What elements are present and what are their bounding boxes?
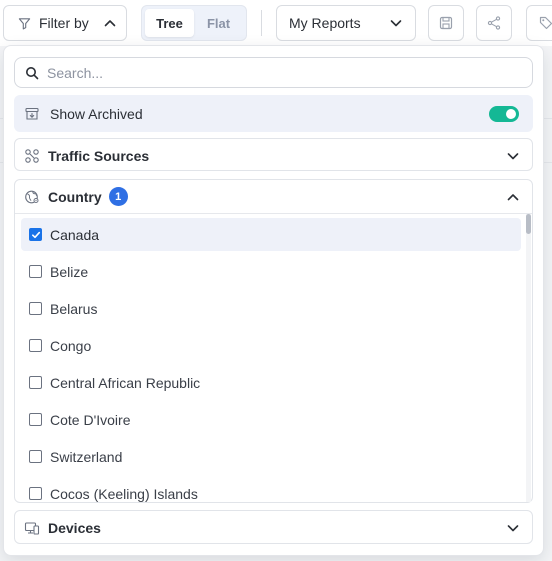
traffic-sources-section: Traffic Sources (14, 138, 533, 171)
toolbar: Filter by Tree Flat My Reports (0, 0, 552, 46)
list-item-label: Cocos (Keeling) Islands (50, 485, 198, 502)
list-item-label: Switzerland (50, 448, 123, 465)
country-title: Country (48, 188, 102, 205)
chevron-down-icon (389, 16, 403, 30)
list-item[interactable]: Cote D'Ivoire (21, 403, 521, 436)
scrollbar-thumb[interactable] (526, 214, 531, 234)
checkbox-checked[interactable] (29, 228, 42, 241)
list-item-label: Canada (50, 226, 100, 243)
tag-icon (538, 15, 552, 31)
selected-count-badge: 1 (108, 187, 128, 206)
list-item-label: Congo (50, 337, 92, 354)
tab-flat[interactable]: Flat (194, 9, 243, 37)
save-icon (438, 15, 454, 31)
chevron-up-icon (506, 190, 520, 204)
country-header[interactable]: Country 1 (15, 180, 532, 213)
share-icon (486, 15, 502, 31)
reports-dropdown-label: My Reports (289, 15, 361, 31)
devices-title: Devices (48, 519, 101, 536)
traffic-sources-title: Traffic Sources (48, 147, 150, 164)
list-item[interactable]: Canada (21, 218, 521, 251)
share-button[interactable] (476, 5, 512, 41)
country-section: Country 1 Canada Belize Belarus Congo Ce… (14, 179, 533, 503)
checkbox[interactable] (29, 413, 42, 426)
list-item[interactable]: Belize (21, 255, 521, 288)
toolbar-divider (261, 10, 262, 36)
show-archived-toggle[interactable] (489, 105, 519, 122)
checkbox[interactable] (29, 339, 42, 352)
checkbox[interactable] (29, 376, 42, 389)
search-input[interactable] (47, 64, 507, 81)
show-archived-row[interactable]: Show Archived (14, 95, 533, 132)
list-item-label: Central African Republic (50, 374, 201, 391)
list-item[interactable]: Cocos (Keeling) Islands (21, 477, 521, 502)
devices-header[interactable]: Devices (15, 511, 532, 544)
checkbox[interactable] (29, 302, 42, 315)
filter-by-button[interactable]: Filter by (3, 5, 127, 41)
filter-icon (18, 17, 31, 30)
checkbox[interactable] (29, 450, 42, 463)
filter-by-label: Filter by (39, 15, 89, 31)
list-item[interactable]: Switzerland (21, 440, 521, 473)
checkbox[interactable] (29, 265, 42, 278)
list-item-label: Belarus (50, 300, 98, 317)
country-list: Canada Belize Belarus Congo Central Afri… (15, 213, 532, 502)
checkbox[interactable] (29, 487, 42, 500)
save-button[interactable] (428, 5, 464, 41)
chevron-down-icon (506, 149, 520, 163)
traffic-sources-icon (24, 148, 40, 164)
chevron-down-icon (506, 521, 520, 535)
globe-icon (24, 189, 40, 205)
list-item[interactable]: Congo (21, 329, 521, 362)
archive-icon (24, 106, 40, 122)
scrollbar[interactable] (526, 214, 531, 502)
devices-section: Devices (14, 510, 533, 544)
show-archived-label: Show Archived (50, 105, 143, 122)
devices-icon (24, 520, 40, 536)
list-item-label: Belize (50, 263, 89, 280)
search-box (14, 57, 533, 88)
list-item[interactable]: Central African Republic (21, 366, 521, 399)
view-mode-toggle: Tree Flat (141, 5, 247, 41)
list-item[interactable]: Belarus (21, 292, 521, 325)
search-icon (25, 66, 39, 80)
list-item-label: Cote D'Ivoire (50, 411, 131, 428)
filter-panel: Show Archived Traffic Sources Country 1 (3, 45, 544, 556)
reports-dropdown[interactable]: My Reports (276, 5, 416, 41)
tab-tree[interactable]: Tree (145, 9, 194, 37)
traffic-sources-header[interactable]: Traffic Sources (15, 139, 532, 172)
tag-button[interactable] (526, 5, 552, 41)
chevron-up-icon (103, 16, 117, 30)
